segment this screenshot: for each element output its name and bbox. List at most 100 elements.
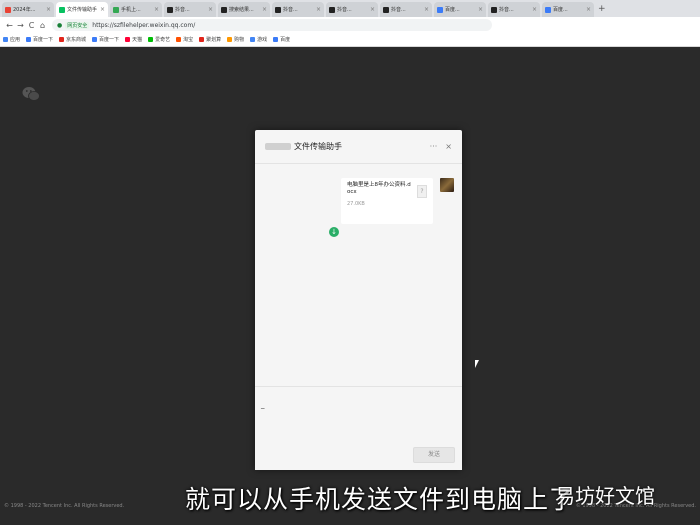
tab-close-icon[interactable]: × bbox=[424, 6, 429, 13]
file-icon: ? bbox=[417, 185, 427, 198]
tab-close-icon[interactable]: × bbox=[316, 6, 321, 13]
file-transfer-dialog: 文件传输助手 ··· × 电脑里是上8年办公资料.docx 27.0KB ? ↓… bbox=[255, 130, 462, 470]
home-button[interactable]: ⌂ bbox=[37, 21, 48, 30]
dialog-header: 文件传输助手 ··· × bbox=[255, 130, 462, 164]
browser-tab[interactable]: 2024年... × bbox=[2, 2, 54, 17]
bookmark-item[interactable]: 淘宝 bbox=[176, 36, 193, 43]
browser-tab[interactable]: 百度... × bbox=[434, 2, 486, 17]
tab-close-icon[interactable]: × bbox=[46, 6, 51, 13]
browser-tab[interactable]: 手机上... × bbox=[110, 2, 162, 17]
bookmark-label: 百度一下 bbox=[99, 37, 120, 43]
bookmark-item[interactable]: 游戏 bbox=[250, 36, 267, 43]
close-button[interactable]: × bbox=[445, 142, 452, 151]
tab-title: 抖音... bbox=[175, 7, 190, 13]
tab-close-icon[interactable]: × bbox=[586, 6, 591, 13]
tab-title: 抖音... bbox=[283, 7, 298, 13]
video-subtitle: 就可以从手机发送文件到电脑上了 bbox=[185, 485, 576, 514]
tab-close-icon[interactable]: × bbox=[208, 6, 213, 13]
safe-badge: 网页安全 bbox=[65, 21, 90, 29]
bookmark-label: 购物 bbox=[234, 37, 245, 43]
bookmark-label: 游戏 bbox=[257, 37, 268, 43]
tab-close-icon[interactable]: × bbox=[262, 6, 267, 13]
reload-button[interactable]: C bbox=[26, 21, 37, 30]
tab-favicon-icon bbox=[221, 6, 227, 13]
browser-tab[interactable]: 抖音... × bbox=[164, 2, 216, 17]
message-input[interactable]: _ 发送 bbox=[255, 386, 462, 470]
bookmark-item[interactable]: 购物 bbox=[227, 36, 244, 43]
tab-close-icon[interactable]: × bbox=[478, 6, 483, 13]
avatar[interactable] bbox=[440, 178, 454, 192]
browser-tab[interactable]: 抖音... × bbox=[380, 2, 432, 17]
bookmarks-bar: 应用 百度一下 京东商城 百度一下 天猫 爱奇艺 淘宝 聚划算 购物 游戏 百度 bbox=[0, 33, 700, 47]
browser-tab[interactable]: 抖音... × bbox=[326, 2, 378, 17]
tab-close-icon[interactable]: × bbox=[154, 6, 159, 13]
tab-favicon-icon bbox=[437, 6, 443, 13]
wechat-logo-icon bbox=[22, 87, 40, 101]
bookmark-label: 天猫 bbox=[132, 37, 143, 43]
tab-close-icon[interactable]: × bbox=[532, 6, 537, 13]
bookmark-label: 京东商城 bbox=[66, 37, 87, 43]
bookmark-item[interactable]: 京东商城 bbox=[59, 36, 86, 43]
tab-close-icon[interactable]: × bbox=[370, 6, 375, 13]
lock-icon: ● bbox=[57, 21, 63, 29]
forward-button[interactable]: → bbox=[15, 21, 26, 30]
footer-copyright-left: © 1998 - 2022 Tencent Inc. All Rights Re… bbox=[4, 503, 125, 509]
blurred-name bbox=[265, 143, 291, 150]
url-text: https://szfilehelper.weixin.qq.com/ bbox=[92, 21, 196, 29]
browser-tab[interactable]: 抖音... × bbox=[488, 2, 540, 17]
bookmark-favicon-icon bbox=[273, 37, 279, 42]
tab-favicon-icon bbox=[5, 6, 11, 13]
tab-bar: 2024年... × 文件传输助手 × 手机上... × 抖音... × 搜索结果... × 抖音.… bbox=[0, 0, 700, 17]
url-field[interactable]: ● 网页安全 https://szfilehelper.weixin.qq.co… bbox=[52, 19, 492, 31]
browser-tab[interactable]: 抖音... × bbox=[272, 2, 324, 17]
bookmark-favicon-icon bbox=[227, 37, 233, 42]
tab-favicon-icon bbox=[383, 6, 389, 13]
tab-title: 文件传输助手 bbox=[67, 7, 98, 13]
browser-tab[interactable]: 百度... × bbox=[542, 2, 594, 17]
watermark-bottom-right: 易坊好文馆 bbox=[555, 484, 655, 508]
bookmark-label: 爱奇艺 bbox=[155, 37, 171, 43]
tab-favicon-icon bbox=[167, 6, 173, 13]
bookmark-label: 百度 bbox=[280, 37, 291, 43]
address-bar: ← → C ⌂ ● 网页安全 https://szfilehelper.weix… bbox=[0, 17, 700, 33]
tab-favicon-icon bbox=[113, 6, 119, 13]
bookmark-favicon-icon bbox=[26, 37, 32, 42]
browser-tab[interactable]: 搜索结果... × bbox=[218, 2, 270, 17]
bookmark-favicon-icon bbox=[176, 37, 182, 42]
new-tab-button[interactable]: + bbox=[598, 2, 606, 17]
browser-tab[interactable]: 文件传输助手 × bbox=[56, 2, 108, 17]
dialog-title: 文件传输助手 bbox=[294, 142, 342, 151]
tab-title: 抖音... bbox=[391, 7, 406, 13]
send-button[interactable]: 发送 bbox=[413, 447, 455, 463]
bookmark-item[interactable]: 天猫 bbox=[125, 36, 142, 43]
chat-area: 电脑里是上8年办公资料.docx 27.0KB ? ↓ bbox=[255, 164, 462, 386]
file-message-bubble[interactable]: 电脑里是上8年办公资料.docx 27.0KB ? bbox=[341, 178, 433, 224]
tab-title: 百度... bbox=[445, 7, 460, 13]
back-button[interactable]: ← bbox=[4, 21, 15, 30]
bookmark-favicon-icon bbox=[59, 37, 65, 42]
bookmark-item[interactable]: 百度 bbox=[273, 36, 290, 43]
tab-favicon-icon bbox=[329, 6, 335, 13]
bookmark-label: 淘宝 bbox=[183, 37, 194, 43]
tab-close-icon[interactable]: × bbox=[100, 6, 105, 13]
bookmark-item[interactable]: 应用 bbox=[3, 36, 20, 43]
bookmark-favicon-icon bbox=[148, 37, 154, 42]
file-name: 电脑里是上8年办公资料.docx bbox=[347, 182, 411, 195]
tab-title: 抖音... bbox=[337, 7, 352, 13]
bookmark-item[interactable]: 百度一下 bbox=[92, 36, 119, 43]
bookmark-favicon-icon bbox=[92, 37, 98, 42]
text-cursor: _ bbox=[261, 401, 265, 409]
tab-title: 2024年... bbox=[13, 7, 36, 13]
tab-title: 手机上... bbox=[121, 7, 141, 13]
more-options-button[interactable]: ··· bbox=[430, 142, 438, 151]
watermark-top-right: 天奇·视觉 bbox=[603, 26, 686, 47]
bookmark-favicon-icon bbox=[3, 37, 8, 42]
bookmark-favicon-icon bbox=[125, 37, 131, 42]
bookmark-item[interactable]: 爱奇艺 bbox=[148, 36, 170, 43]
download-icon[interactable]: ↓ bbox=[329, 227, 339, 237]
bookmark-item[interactable]: 百度一下 bbox=[26, 36, 53, 43]
bookmark-label: 应用 bbox=[10, 37, 21, 43]
bookmark-item[interactable]: 聚划算 bbox=[199, 36, 221, 43]
tab-title: 抖音... bbox=[499, 7, 514, 13]
bookmark-favicon-icon bbox=[199, 37, 205, 42]
